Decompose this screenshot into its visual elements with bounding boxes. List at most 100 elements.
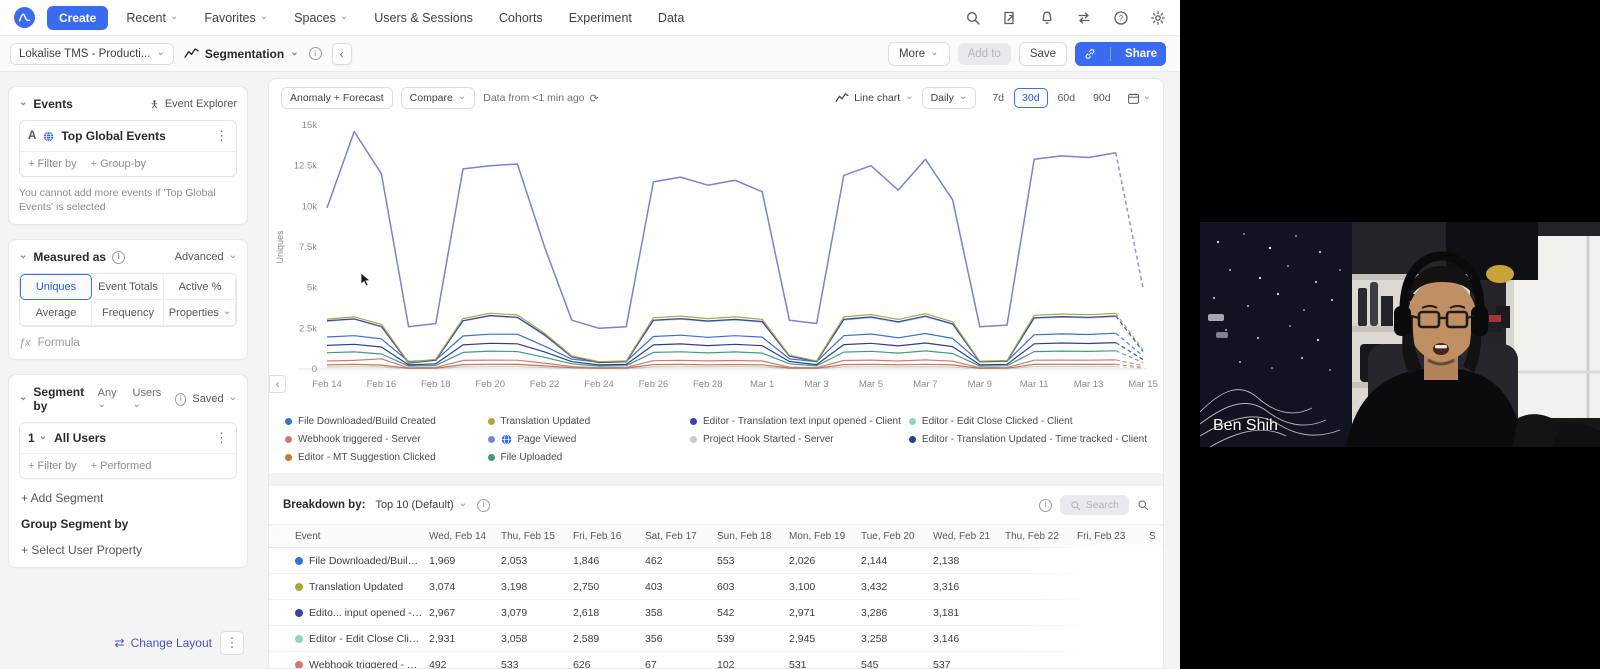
chart-collapse-left-button[interactable]: ‹ (269, 375, 286, 393)
more-button[interactable]: More (888, 42, 950, 66)
layout-options-kebab[interactable] (220, 631, 244, 655)
segment-filter-by-button[interactable]: + Filter by (28, 460, 77, 472)
segment-number-dropdown[interactable]: 1 (28, 431, 47, 445)
add-to-button[interactable]: Add to (958, 43, 1011, 65)
legend-item[interactable]: Editor - Translation text input opened -… (690, 416, 901, 427)
filter-by-button[interactable]: + Filter by (28, 158, 77, 170)
legend-item[interactable]: Editor - Translation Updated - Time trac… (909, 434, 1147, 445)
legend-item[interactable]: File Uploaded (488, 452, 683, 463)
saved-dropdown[interactable]: Saved (192, 393, 237, 405)
nav-item-cohorts[interactable]: Cohorts (499, 11, 543, 25)
date-column-header[interactable]: Mon, Feb 19 (789, 531, 861, 542)
save-button[interactable]: Save (1019, 42, 1067, 66)
notifications-bell-icon[interactable] (1039, 10, 1055, 26)
change-layout-button[interactable]: Change Layout (115, 636, 212, 650)
group-by-button[interactable]: + Group-by (91, 158, 146, 170)
settings-gear-icon[interactable] (1150, 10, 1166, 26)
compare-button[interactable]: Compare (401, 87, 476, 109)
range-90d[interactable]: 90d (1085, 88, 1119, 108)
measured-as-option-properties[interactable]: Properties (164, 300, 236, 326)
advanced-dropdown[interactable]: Advanced (175, 251, 237, 263)
search-icon[interactable] (1137, 499, 1149, 511)
range-7d[interactable]: 7d (984, 88, 1012, 108)
event-options-kebab[interactable] (215, 128, 228, 144)
amplitude-logo-icon[interactable] (14, 7, 35, 28)
date-column-header[interactable]: Fri, Feb 23 (1077, 531, 1149, 542)
measured-as-option-average[interactable]: Average (20, 300, 92, 326)
users-dropdown[interactable]: Users (133, 387, 166, 411)
range-30d[interactable]: 30d (1014, 88, 1048, 108)
date-column-header[interactable]: Wed, Feb 21 (933, 531, 1005, 542)
breakdown-search-box[interactable]: Search (1060, 495, 1129, 515)
compare-arrows-icon[interactable] (1076, 10, 1092, 26)
table-row[interactable]: Translation Updated3,0743,1982,750403603… (269, 574, 1163, 600)
legend-item[interactable]: Project Hook Started - Server (690, 434, 901, 445)
webcam-video[interactable]: F (1200, 222, 1600, 447)
series-line[interactable] (327, 351, 1116, 366)
create-button[interactable]: Create (47, 6, 108, 30)
series-line[interactable] (327, 316, 1116, 363)
legend-item[interactable]: Editor - Edit Close Clicked - Client (909, 416, 1147, 427)
info-icon[interactable] (477, 499, 490, 512)
share-button[interactable]: Share (1075, 42, 1166, 66)
event-row-top-global-events[interactable]: A Top Global Events + Filter by + Group-… (19, 120, 237, 177)
help-icon[interactable]: ? (1113, 10, 1129, 26)
date-column-header[interactable]: Thu, Feb 22 (1005, 531, 1077, 542)
date-column-header[interactable]: Fri, Feb 16 (573, 531, 645, 542)
legend-item[interactable]: Editor - MT Suggestion Clicked (285, 452, 480, 463)
segment-options-kebab[interactable] (215, 430, 228, 446)
nav-item-users-sessions[interactable]: Users & Sessions (374, 11, 473, 25)
legend-item[interactable]: Webhook triggered - Server (285, 434, 480, 445)
segmentation-line-chart[interactable]: 02.5k5k7.5k10k12.5k15kUniquesFeb 14Feb 1… (269, 113, 1163, 409)
project-selector[interactable]: Lokalise TMS - Producti... (10, 43, 174, 65)
series-line[interactable] (327, 316, 1116, 364)
select-user-property-button[interactable]: + Select User Property (21, 543, 235, 557)
table-row[interactable]: File Downloaded/Build Cre...1,9692,0531,… (269, 548, 1163, 574)
measured-as-option-uniques[interactable]: Uniques (20, 274, 92, 300)
segment-row-all-users[interactable]: 1 All Users + Filter by + Performed (19, 422, 237, 479)
series-line[interactable] (327, 132, 1116, 329)
nav-item-recent[interactable]: Recent (126, 11, 178, 25)
collapse-panel-button[interactable]: ‹ (332, 43, 352, 65)
nav-item-favorites[interactable]: Favorites (204, 11, 268, 25)
search-icon[interactable] (965, 10, 981, 26)
nav-item-spaces[interactable]: Spaces (294, 11, 348, 25)
info-icon[interactable] (1039, 499, 1052, 512)
legend-item[interactable]: Translation Updated (488, 416, 683, 427)
legend-item[interactable]: File Downloaded/Build Created (285, 416, 480, 427)
event-column-header[interactable]: Event (295, 531, 429, 542)
table-row[interactable]: Editor - Edit Close Clicked -...2,9313,0… (269, 626, 1163, 652)
info-icon[interactable] (175, 393, 186, 406)
collapse-section-icon[interactable] (19, 251, 27, 261)
info-icon[interactable] (309, 47, 322, 60)
view-type-selector[interactable]: Segmentation (184, 47, 299, 61)
segment-performed-button[interactable]: + Performed (91, 460, 152, 472)
range-60d[interactable]: 60d (1050, 88, 1084, 108)
date-column-header[interactable]: S (1149, 531, 1164, 542)
collapse-section-icon[interactable] (19, 393, 27, 403)
copy-link-icon[interactable] (1075, 47, 1105, 61)
calendar-dropdown[interactable] (1127, 92, 1151, 105)
measured-as-option-event-totals[interactable]: Event Totals (92, 274, 164, 300)
date-column-header[interactable]: Thu, Feb 15 (501, 531, 573, 542)
nav-item-data[interactable]: Data (658, 11, 684, 25)
add-segment-button[interactable]: + Add Segment (21, 491, 235, 505)
date-column-header[interactable]: Wed, Feb 14 (429, 531, 501, 542)
table-row[interactable]: Edito... input opened - Client2,9673,079… (269, 600, 1163, 626)
release-notes-icon[interactable] (1002, 10, 1018, 26)
any-dropdown[interactable]: Any (98, 387, 123, 411)
event-explorer-button[interactable]: Event Explorer (149, 98, 237, 110)
refresh-icon[interactable] (590, 92, 599, 105)
measured-as-option-frequency[interactable]: Frequency (92, 300, 164, 326)
nav-item-experiment[interactable]: Experiment (569, 11, 632, 25)
anomaly-forecast-button[interactable]: Anomaly + Forecast (281, 87, 393, 109)
measured-as-option-active-[interactable]: Active % (164, 274, 236, 300)
granularity-dropdown[interactable]: Daily (922, 87, 977, 109)
legend-item[interactable]: Page Viewed (488, 434, 683, 445)
collapse-section-icon[interactable] (19, 98, 27, 108)
date-column-header[interactable]: Tue, Feb 20 (861, 531, 933, 542)
breakdown-selector[interactable]: Top 10 (Default) (375, 499, 467, 511)
date-column-header[interactable]: Sun, Feb 18 (717, 531, 789, 542)
date-column-header[interactable]: Sat, Feb 17 (645, 531, 717, 542)
chart-type-dropdown[interactable]: Line chart (835, 92, 914, 104)
